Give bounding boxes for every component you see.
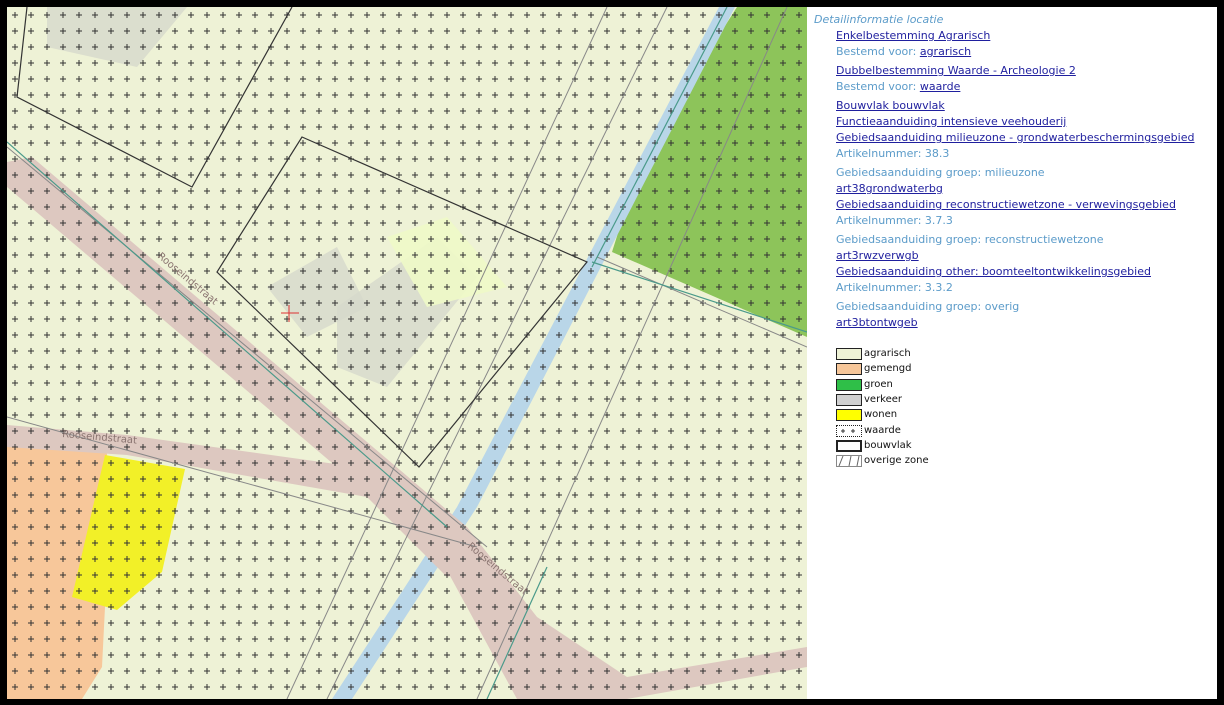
info-link[interactable]: Bouwvlak bouwvlak (836, 99, 945, 112)
info-link-row: Enkelbestemming Agrarisch (836, 29, 990, 43)
info-pair-row: Bestemd voor: waarde (836, 80, 960, 94)
info-link-row: Bouwvlak bouwvlak (836, 99, 945, 113)
info-link-row: art3btontwgeb (836, 316, 918, 330)
legend-label: verkeer (864, 393, 903, 405)
info-link[interactable]: agrarisch (920, 45, 971, 58)
legend-swatch (836, 393, 862, 406)
info-label: Bestemd voor: (836, 45, 920, 58)
info-link[interactable]: Dubbelbestemming Waarde - Archeologie 2 (836, 64, 1076, 77)
legend-swatch (836, 409, 862, 422)
info-label-row: Artikelnummer: 3.7.3 (836, 214, 953, 227)
info-pair-row: Bestemd voor: agrarisch (836, 45, 971, 59)
info-link[interactable]: Enkelbestemming Agrarisch (836, 29, 990, 42)
map-canvas[interactable]: Rooseindstraat Rooseindstraat Rooseindst… (7, 7, 807, 699)
info-label-row: Gebiedsaanduiding groep: milieuzone (836, 166, 1045, 179)
waarde-pattern (7, 7, 807, 699)
info-label-row: Gebiedsaanduiding groep: overig (836, 300, 1020, 313)
info-link-row: Gebiedsaanduiding other: boomteeltontwik… (836, 265, 1151, 279)
info-link[interactable]: art38grondwaterbg (836, 182, 943, 195)
info-link[interactable]: art3rwzverwgb (836, 249, 919, 262)
legend-swatch (836, 455, 862, 468)
info-link-row: Dubbelbestemming Waarde - Archeologie 2 (836, 64, 1076, 78)
legend-label: agrarisch (864, 348, 911, 359)
legend-label: gemengd (864, 363, 912, 375)
info-link[interactable]: art3btontwgeb (836, 316, 918, 329)
info-label-row: Artikelnummer: 3.3.2 (836, 281, 953, 294)
info-label: Bestemd voor: (836, 80, 920, 93)
legend-swatch (836, 378, 862, 391)
info-link[interactable]: Functieaanduiding intensieve veehouderij (836, 115, 1066, 128)
legend-label: waarde (864, 424, 901, 436)
info-label-row: Gebiedsaanduiding groep: reconstructiewe… (836, 233, 1104, 246)
legend-swatch (836, 363, 862, 376)
info-link[interactable]: Gebiedsaanduiding reconstructiewetzone -… (836, 198, 1176, 211)
legend-swatch (836, 348, 862, 360)
legend-swatch (836, 439, 862, 452)
info-link[interactable]: Gebiedsaanduiding other: boomteeltontwik… (836, 265, 1151, 278)
legend-label: groen (864, 378, 893, 390)
info-link-row: Functieaanduiding intensieve veehouderij (836, 115, 1066, 129)
info-panel: Detailinformatie locatie Enkelbestemming… (807, 7, 1217, 699)
info-link[interactable]: Gebiedsaanduiding milieuzone - grondwate… (836, 131, 1194, 144)
legend-label: overige zone (864, 455, 929, 467)
info-link-row: art3rwzverwgb (836, 249, 919, 263)
legend-swatch (836, 424, 862, 437)
info-link-row: art38grondwaterbg (836, 182, 943, 196)
info-label-row: Artikelnummer: 38.3 (836, 147, 950, 160)
info-title: Detailinformatie locatie (814, 13, 944, 26)
info-link-row: Gebiedsaanduiding reconstructiewetzone -… (836, 198, 1176, 212)
legend-label: wonen (864, 409, 898, 421)
map-view[interactable]: Rooseindstraat Rooseindstraat Rooseindst… (7, 7, 807, 699)
info-link[interactable]: waarde (920, 80, 961, 93)
legend-label: bouwvlak (864, 439, 912, 451)
info-link-row: Gebiedsaanduiding milieuzone - grondwate… (836, 131, 1194, 145)
